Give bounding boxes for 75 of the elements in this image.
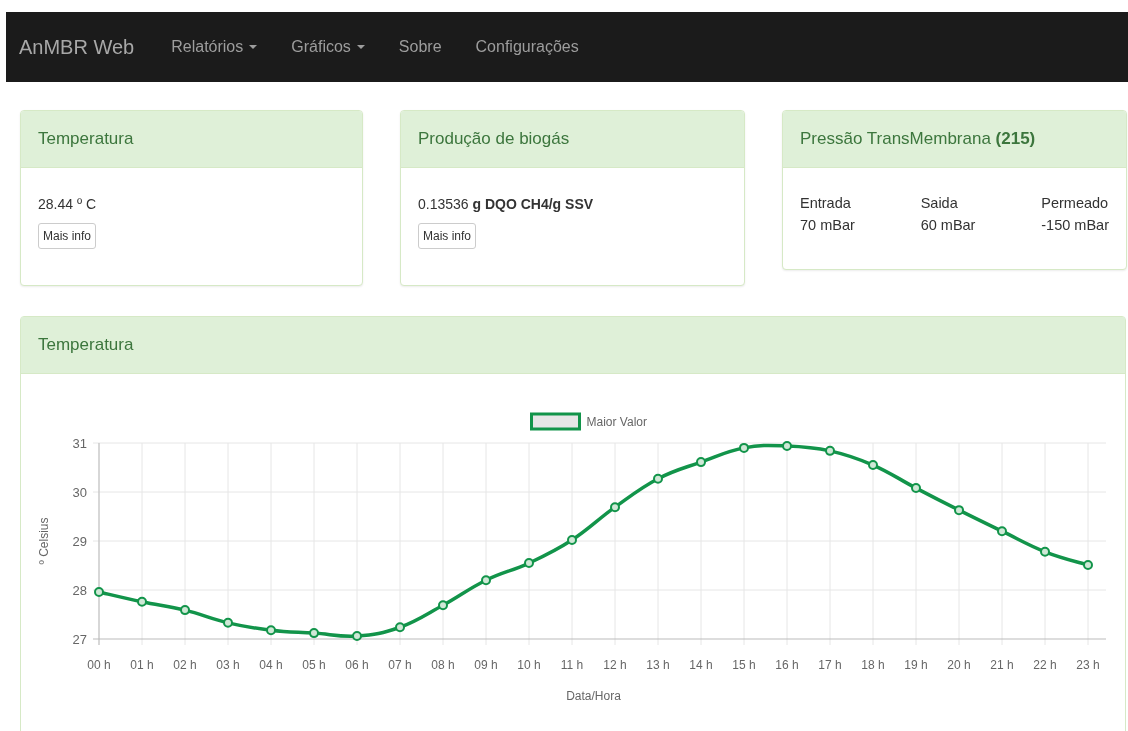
data-point bbox=[739, 442, 749, 453]
axis-tick-label: 10 h bbox=[517, 658, 541, 672]
nav-link[interactable]: Sobre bbox=[398, 38, 442, 56]
axis-tick-label: 20 h bbox=[947, 658, 971, 672]
data-point bbox=[309, 628, 319, 639]
pressure-value: 70 mBar bbox=[800, 217, 855, 233]
card-title: Temperatura bbox=[38, 129, 134, 149]
axis-tick-label: 12 h bbox=[603, 658, 627, 672]
axis-tick-label: 21 h bbox=[990, 658, 1014, 672]
axis-tick-label: 13 h bbox=[646, 658, 670, 672]
data-point bbox=[997, 526, 1007, 537]
axis-tick-label: 01 h bbox=[130, 658, 154, 672]
data-point bbox=[567, 535, 577, 545]
axis-tick-label: 29 bbox=[72, 534, 87, 549]
axis-tick-label: 04 h bbox=[259, 658, 283, 672]
data-point bbox=[223, 617, 233, 628]
axis-tick-label: 18 h bbox=[861, 658, 885, 672]
axis-tick-label: 27 bbox=[72, 632, 87, 647]
pressure-label: Permeado bbox=[1041, 195, 1109, 211]
data-point bbox=[481, 575, 491, 586]
data-point bbox=[954, 505, 964, 516]
pressure-label: Entrada bbox=[800, 195, 852, 211]
pressure-label: Saida bbox=[920, 195, 959, 211]
axis-tick-label: 08 h bbox=[431, 658, 455, 672]
data-point bbox=[94, 586, 104, 597]
legend-label: Maior Valor bbox=[586, 415, 647, 429]
axis-tick-label: 15 h bbox=[732, 658, 756, 672]
axis-tick-label: 23 h bbox=[1076, 658, 1100, 672]
data-point bbox=[180, 605, 190, 616]
data-point bbox=[825, 445, 835, 456]
axis-tick-label: 19 h bbox=[904, 658, 928, 672]
nav-link[interactable]: Gráficos bbox=[291, 38, 365, 56]
data-point bbox=[524, 558, 534, 569]
nav-link[interactable]: Relatórios bbox=[171, 38, 258, 56]
data-point bbox=[1040, 546, 1050, 557]
data-point bbox=[137, 596, 147, 607]
axis-tick-label: 09 h bbox=[474, 658, 498, 672]
axis-tick-label: 16 h bbox=[775, 658, 799, 672]
more-info-button[interactable]: Mais info bbox=[418, 223, 477, 249]
data-point bbox=[266, 625, 276, 636]
data-point bbox=[911, 483, 921, 494]
brand-link[interactable]: AnMBR Web bbox=[19, 35, 135, 59]
nav-link[interactable]: Configurações bbox=[475, 38, 579, 56]
card-title: Produção de biogás bbox=[418, 129, 570, 149]
axis-tick-label: 05 h bbox=[302, 658, 326, 672]
axis-tick-label: 22 h bbox=[1033, 658, 1057, 672]
data-point bbox=[438, 600, 448, 611]
axis-tick-label: 03 h bbox=[216, 658, 240, 672]
data-point bbox=[1083, 560, 1093, 570]
axis-title: º Celsius bbox=[37, 517, 51, 565]
axis-tick-label: 31 bbox=[72, 436, 87, 451]
axis-tick-label: 00 h bbox=[87, 658, 111, 672]
card-title: Pressão TransMembrana (215) bbox=[800, 129, 1036, 149]
data-point bbox=[782, 440, 792, 451]
pressure-value: -150 mBar bbox=[1041, 217, 1109, 233]
pressure-value: 60 mBar bbox=[920, 217, 976, 233]
axis-title: Data/Hora bbox=[566, 689, 621, 703]
data-point bbox=[610, 502, 620, 513]
axis-tick-label: 06 h bbox=[345, 658, 369, 672]
data-point bbox=[868, 460, 878, 471]
more-info-button[interactable]: Mais info bbox=[38, 223, 97, 249]
data-point bbox=[653, 473, 663, 484]
reading-text: 0.13536 g DQO CH4/g SSV bbox=[418, 196, 595, 212]
axis-tick-label: 28 bbox=[72, 583, 87, 598]
data-point bbox=[395, 622, 405, 633]
data-point bbox=[696, 457, 706, 468]
reading-text: 28.44 º C bbox=[38, 196, 98, 212]
data-point bbox=[352, 631, 362, 642]
axis-tick-label: 11 h bbox=[560, 658, 584, 672]
axis-tick-label: 02 h bbox=[173, 658, 197, 672]
axis-tick-label: 14 h bbox=[689, 658, 713, 672]
axis-tick-label: 17 h bbox=[818, 658, 842, 672]
axis-tick-label: 07 h bbox=[388, 658, 412, 672]
panel-title: Temperatura bbox=[38, 335, 134, 355]
axis-tick-label: 30 bbox=[72, 485, 87, 500]
